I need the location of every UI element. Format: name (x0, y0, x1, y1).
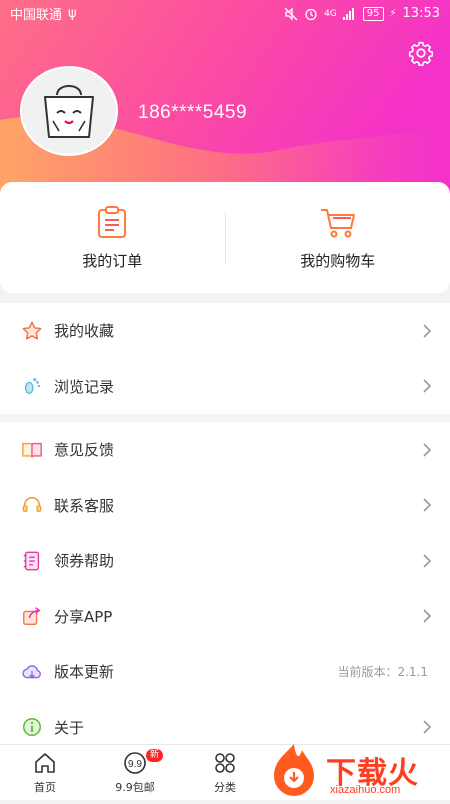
tab-home[interactable]: 首页 (0, 745, 90, 800)
notebook-icon (21, 550, 43, 572)
watermark-url: xiazaihuo.com (330, 784, 400, 796)
carrier-name: 中国联通 (10, 4, 62, 23)
menu-item-history[interactable]: 浏览记录 (0, 359, 450, 415)
tab-label: 9.9包邮 (115, 779, 155, 795)
charging-icon: ⚡ (390, 8, 397, 19)
clock: 13:53 (403, 6, 440, 21)
signal-icon (343, 8, 357, 20)
category-grid-icon (213, 751, 237, 775)
book-icon (21, 439, 43, 461)
tab-label: 分类 (214, 779, 236, 795)
menu-group-favorites: 我的收藏 浏览记录 (0, 303, 450, 414)
share-icon (21, 605, 43, 627)
menu-label: 领券帮助 (54, 550, 422, 571)
user-phone-number: 186****5459 (138, 102, 247, 124)
alarm-icon (304, 7, 318, 21)
headset-icon (21, 494, 43, 516)
chevron-right-icon (422, 608, 432, 624)
menu-item-coupon-help[interactable]: 领券帮助 (0, 533, 450, 589)
menu-item-version-update[interactable]: 版本更新 当前版本：2.1.1 (0, 644, 450, 700)
menu-group-support: 意见反馈 联系客服 领券帮助 分享APP 版本更新 当前版本：2.1.1 关于 (0, 422, 450, 755)
clipboard-icon (94, 204, 130, 240)
network-type: 4G (324, 9, 337, 19)
menu-label: 浏览记录 (54, 376, 422, 397)
menu-item-feedback[interactable]: 意见反馈 (0, 422, 450, 478)
tab-label: 首页 (34, 779, 56, 795)
order-shortcut-card: 我的订单 我的购物车 (0, 182, 450, 293)
info-icon (21, 716, 43, 738)
my-orders-label: 我的订单 (82, 250, 142, 271)
my-cart-label: 我的购物车 (300, 250, 375, 271)
new-badge: 新 (146, 749, 163, 762)
chevron-right-icon (422, 553, 432, 569)
chevron-right-icon (422, 378, 432, 394)
my-orders-button[interactable]: 我的订单 (0, 182, 225, 293)
my-cart-button[interactable]: 我的购物车 (226, 182, 450, 293)
home-icon (33, 751, 57, 775)
menu-label: 版本更新 (54, 661, 337, 682)
gear-icon (408, 40, 434, 66)
chevron-right-icon (422, 497, 432, 513)
shopping-bag-mascot-icon (37, 81, 101, 141)
chevron-right-icon (422, 442, 432, 458)
tab-category[interactable]: 分类 (180, 745, 270, 800)
current-version-text: 当前版本：2.1.1 (337, 663, 428, 680)
watermark-logo: 下载火 xiazaihuo.com (266, 740, 446, 800)
menu-label: 我的收藏 (54, 320, 422, 341)
mute-icon (284, 7, 298, 21)
footprint-icon (21, 375, 43, 397)
menu-label: 联系客服 (54, 495, 422, 516)
profile-header: 186****5459 (0, 0, 450, 200)
menu-item-share-app[interactable]: 分享APP (0, 589, 450, 645)
battery-level: 95 (363, 7, 384, 21)
settings-button[interactable] (408, 40, 434, 66)
chevron-right-icon (422, 719, 432, 735)
svg-text:9.9: 9.9 (128, 759, 142, 770)
usb-icon: ψ (68, 6, 77, 21)
menu-label: 关于 (54, 717, 422, 738)
status-bar: 中国联通 ψ 4G 95 ⚡ 13:53 (0, 0, 450, 27)
tab-nine-nine-free-shipping[interactable]: 9.9 新 9.9包邮 (90, 745, 180, 800)
menu-item-customer-service[interactable]: 联系客服 (0, 478, 450, 534)
cloud-update-icon (21, 661, 43, 683)
flame-logo-icon (266, 740, 324, 800)
nine-nine-icon: 9.9 (122, 751, 148, 775)
menu-label: 分享APP (54, 606, 422, 627)
menu-item-favorites[interactable]: 我的收藏 (0, 303, 450, 359)
shopping-cart-icon (319, 204, 357, 240)
chevron-right-icon (422, 323, 432, 339)
avatar[interactable] (20, 66, 118, 156)
star-icon (21, 320, 43, 342)
menu-label: 意见反馈 (54, 439, 422, 460)
